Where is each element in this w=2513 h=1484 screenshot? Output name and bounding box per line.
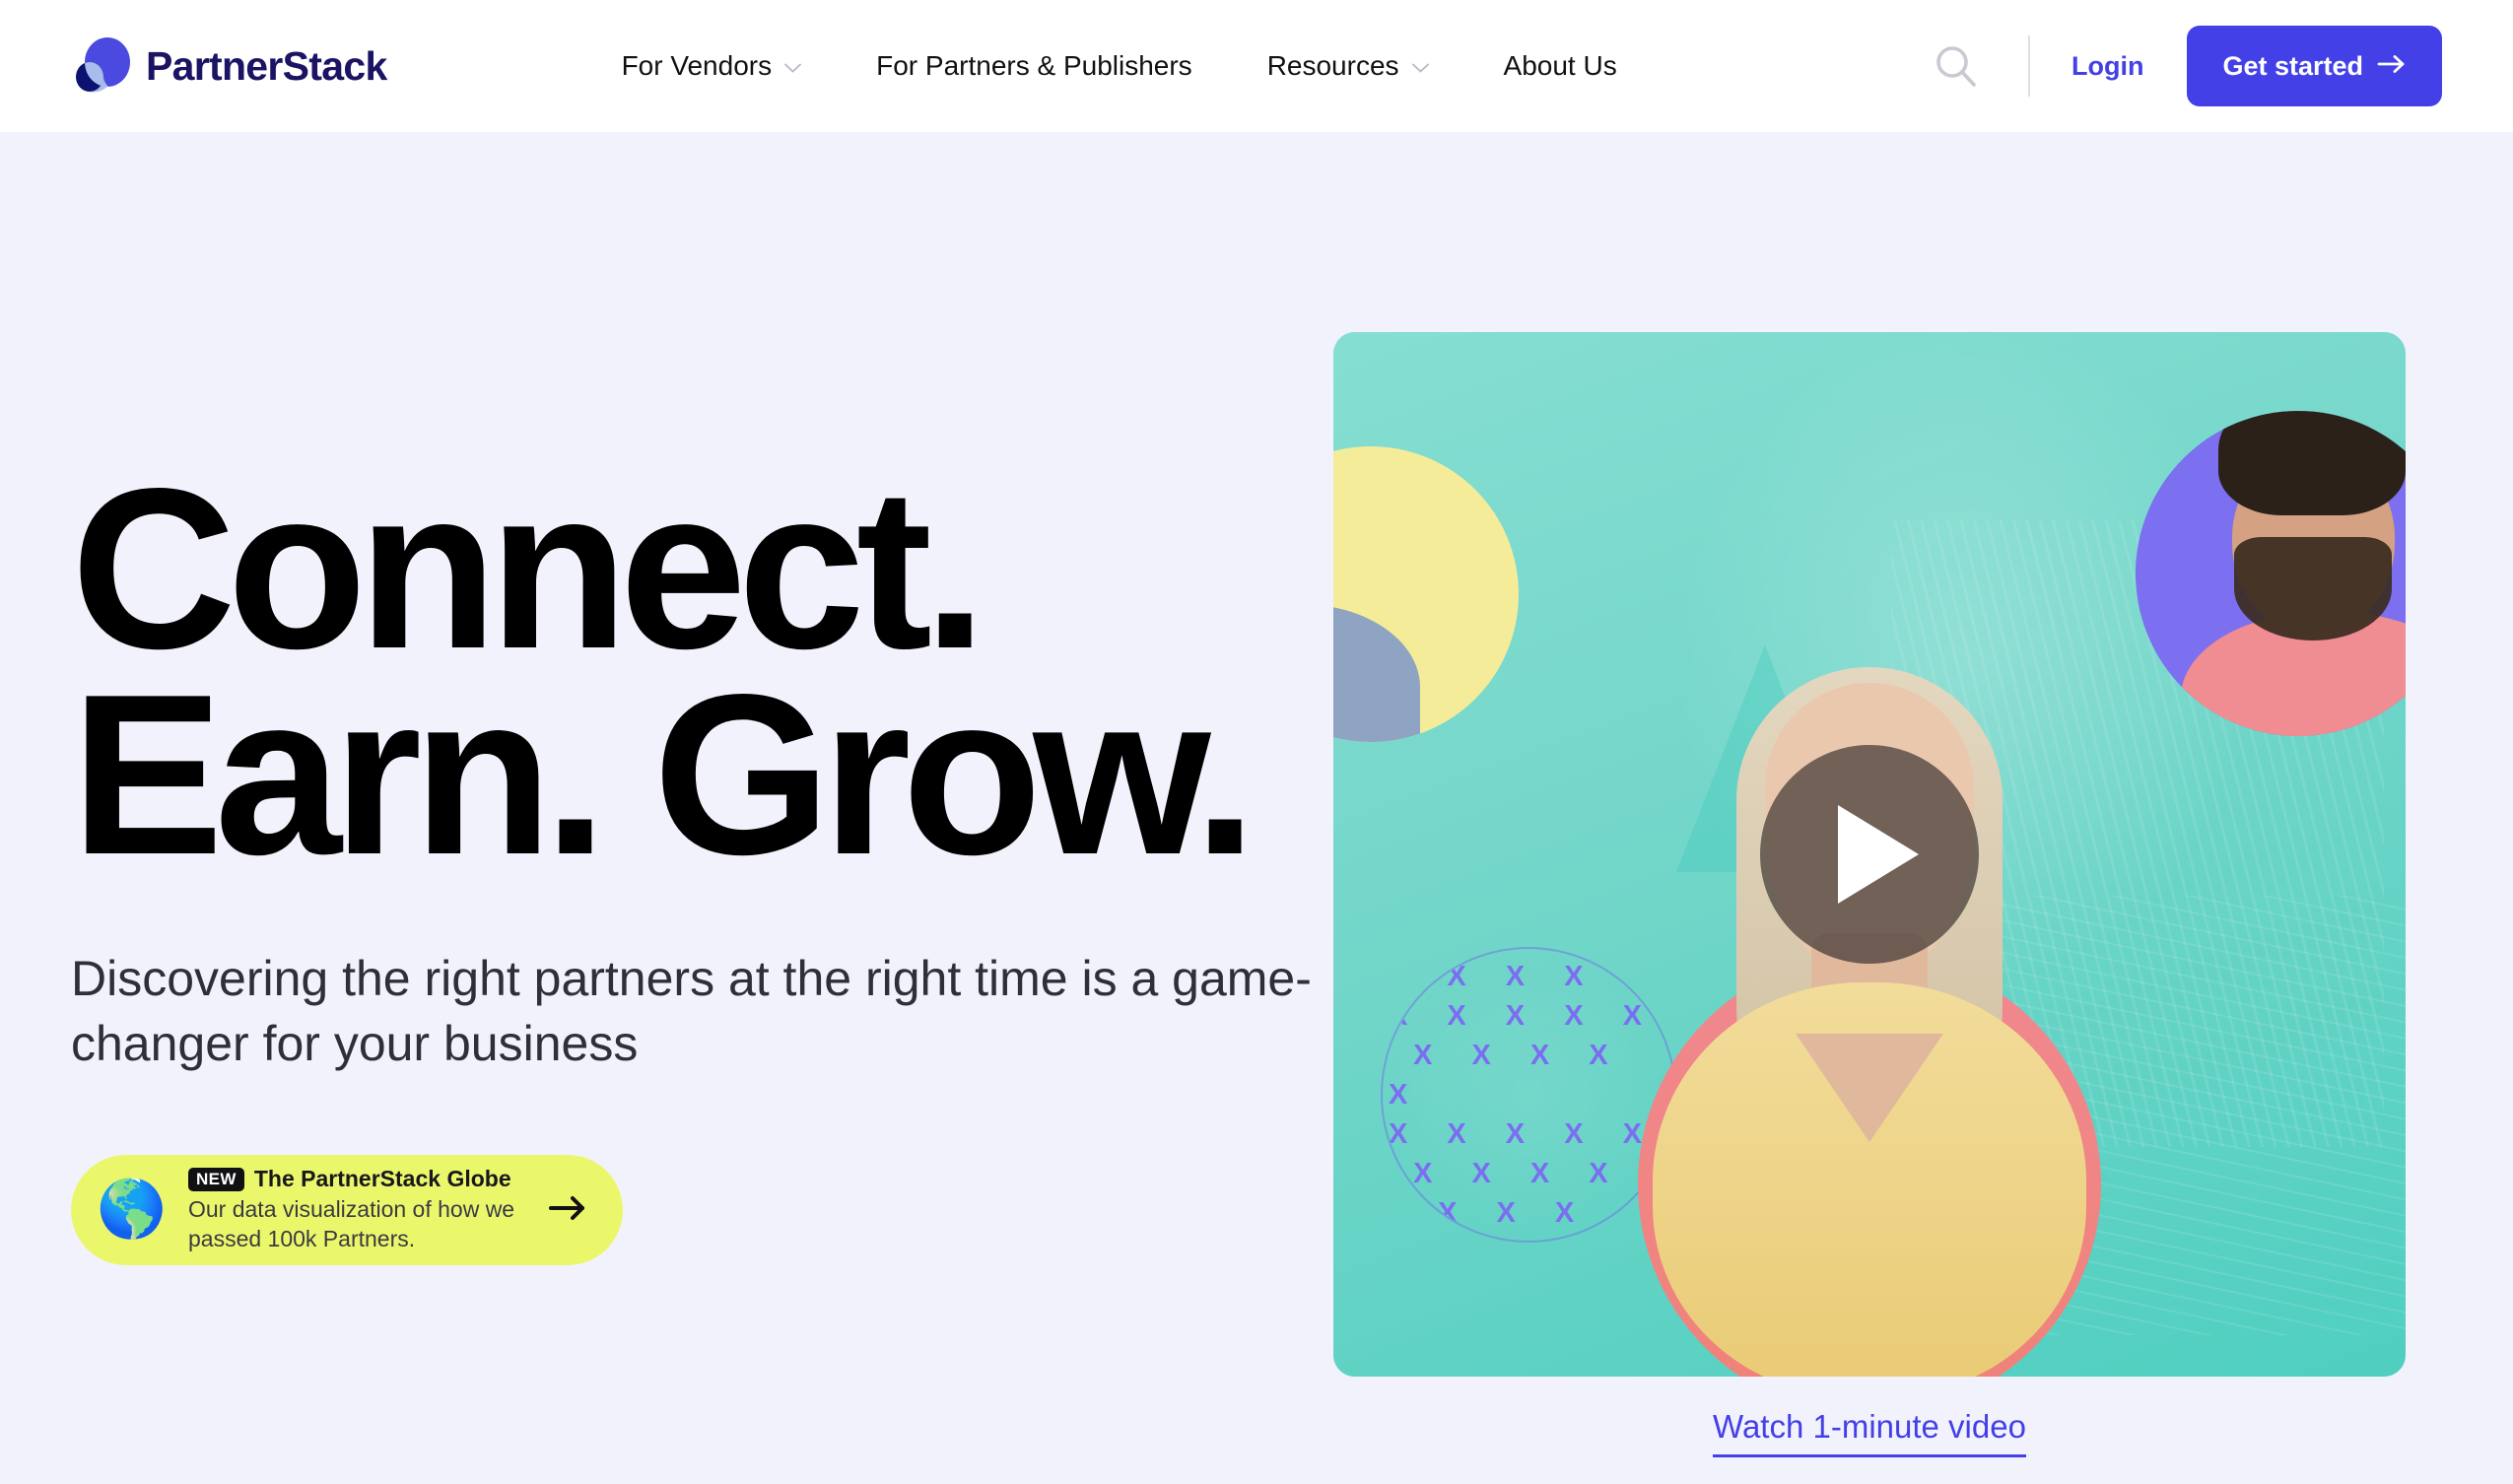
logo-link[interactable]: PartnerStack [71,35,387,97]
play-icon[interactable] [1760,745,1979,964]
watch-video-link[interactable]: Watch 1-minute video [1713,1408,2026,1457]
hero-section: Connect. Earn. Grow. Discovering the rig… [0,132,2513,1484]
nav-label: About Us [1503,50,1617,81]
nav-label: For Partners & Publishers [876,50,1192,81]
chevron-down-icon [784,63,802,73]
nav-item-about-us[interactable]: About Us [1466,50,1655,82]
arrow-right-icon [2377,51,2407,82]
person-shirt [1333,604,1420,742]
nav-label: For Vendors [621,50,773,81]
partnerstack-logo-icon [71,35,132,97]
header-divider [2027,35,2030,97]
play-triangle [1838,805,1919,904]
main-navigation: For Vendors For Partners & Publishers Re… [584,50,1655,82]
hero-subheadline: Discovering the right partners at the ri… [71,950,1312,1071]
x-pattern-glyphs: X X X X X X X X X X X X X X X X X X X X … [1389,961,1657,1229]
logo-wordmark: PartnerStack [146,42,387,89]
search-icon[interactable] [1926,35,1987,97]
globe-banner-text: NEW The PartnerStack Globe Our data visu… [187,1166,526,1253]
login-link[interactable]: Login [2072,51,2143,82]
nav-label: Resources [1266,50,1399,81]
watch-video-row: Watch 1-minute video [1333,1408,2406,1457]
arrow-right-icon [548,1190,589,1230]
partnerstack-globe-banner[interactable]: 🌎 NEW The PartnerStack Globe Our data vi… [71,1154,623,1265]
person-beard [2234,537,2392,641]
globe-banner-title-row: NEW The PartnerStack Globe [187,1166,526,1192]
chevron-down-icon [1411,63,1429,73]
globe-banner-description: Our data visualization of how we passed … [187,1196,515,1251]
nav-item-for-partners-publishers[interactable]: For Partners & Publishers [839,50,1230,82]
video-thumbnail[interactable]: X X X X X X X X X X X X X X X X X X X X … [1333,332,2406,1377]
person-hair [2218,411,2406,515]
hero-video-column: X X X X X X X X X X X X X X X X X X X X … [1333,332,2406,1457]
globe-icon: 🌎 [97,1178,167,1242]
get-started-button[interactable]: Get started [2187,26,2442,106]
new-badge: NEW [187,1167,244,1191]
nav-item-resources[interactable]: Resources [1230,50,1466,82]
nav-item-for-vendors[interactable]: For Vendors [584,50,840,82]
get-started-label: Get started [2222,50,2363,81]
page-title: Connect. Earn. Grow. [71,455,1451,903]
headline-line-2: Earn. Grow. [71,646,1256,903]
decorative-x-pattern-circle: X X X X X X X X X X X X X X X X X X X X … [1381,947,1676,1243]
site-header: PartnerStack For Vendors For Partners & … [0,0,2513,132]
globe-banner-title: The PartnerStack Globe [253,1166,511,1192]
header-actions: Login Get started [1926,0,2442,132]
hero-copy: Connect. Earn. Grow. Discovering the rig… [71,455,1451,1265]
